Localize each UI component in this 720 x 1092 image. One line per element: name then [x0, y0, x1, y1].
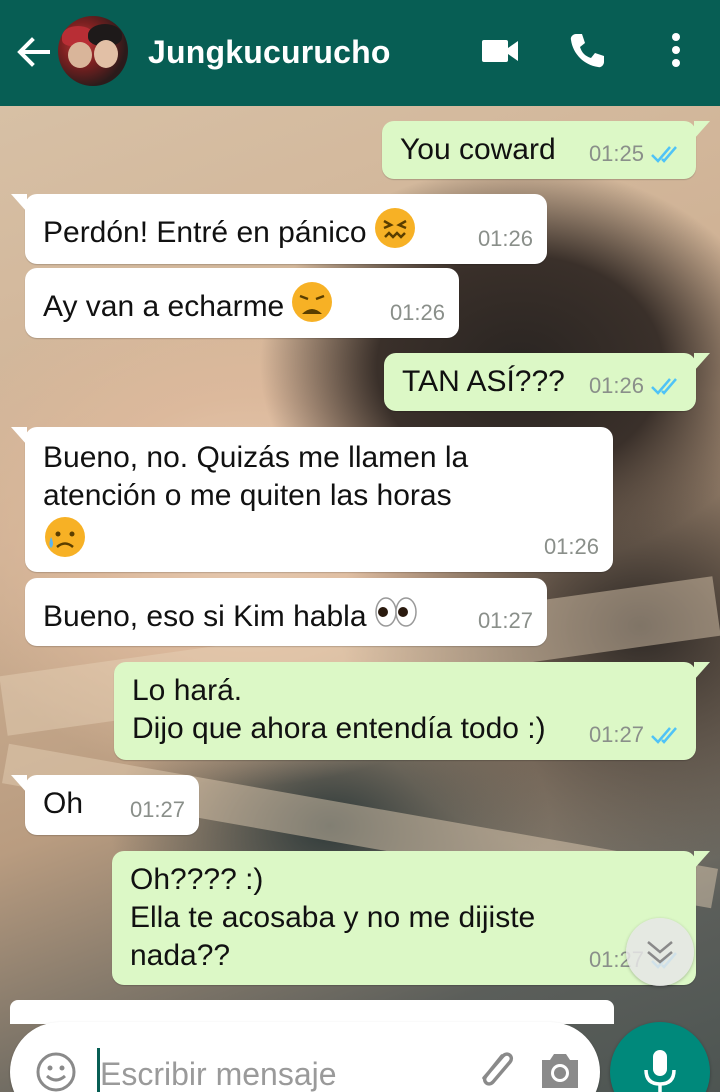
contact-name[interactable]: Jungkucurucho: [148, 34, 391, 71]
message-time: 01:26: [543, 534, 599, 559]
video-call-icon[interactable]: [480, 34, 520, 68]
message-meta: 01:27: [589, 716, 682, 754]
message-text: Perdón! Entré en pánico: [43, 206, 529, 252]
message-meta: 01:26: [589, 367, 682, 405]
attach-icon[interactable]: [472, 1046, 520, 1092]
read-ticks-icon: [651, 146, 677, 163]
contact-avatar[interactable]: [58, 16, 128, 86]
message-composer: [10, 1022, 600, 1092]
message-text: Ay van a echarme: [43, 280, 441, 326]
read-ticks-icon: [651, 378, 677, 395]
message-time: 01:27: [588, 722, 644, 747]
incoming-message[interactable]: Bueno, eso si Kim habla 01:27: [25, 578, 547, 646]
message-meta: 01:26: [390, 294, 445, 332]
message-time: 01:27: [477, 608, 533, 633]
incoming-message[interactable]: Perdón! Entré en pánico 01:26: [11, 194, 547, 264]
camera-icon[interactable]: [538, 1050, 582, 1090]
double-chevron-down-icon: [647, 941, 673, 964]
message-time: 01:25: [588, 141, 644, 166]
read-ticks-icon: [651, 727, 677, 744]
partial-message: [10, 1000, 614, 1024]
scroll-to-bottom-button[interactable]: [626, 918, 694, 986]
message-time: 01:26: [588, 373, 644, 398]
mic-icon: [644, 1050, 676, 1092]
message-time: 01:26: [477, 226, 533, 251]
message-input[interactable]: [100, 1050, 430, 1092]
outgoing-message[interactable]: Oh???? :) Ella te acosaba y no me dijist…: [112, 851, 710, 985]
message-time: 01:26: [389, 300, 445, 325]
message-meta: 01:27: [130, 791, 185, 829]
incoming-message[interactable]: Bueno, no. Quizás me llamen la atención …: [11, 427, 613, 572]
emoji-icon[interactable]: [34, 1050, 78, 1092]
message-text: Bueno, no. Quizás me llamen la atención …: [43, 439, 595, 561]
sad-but-relieved-face-icon: [45, 517, 85, 557]
chat-header: Jungkucurucho: [0, 0, 720, 106]
message-time: 01:27: [129, 797, 185, 822]
outgoing-message[interactable]: TAN ASÍ??? 01:26: [384, 353, 710, 411]
more-vert-icon[interactable]: [664, 30, 688, 70]
phone-icon[interactable]: [566, 30, 606, 70]
outgoing-message[interactable]: Lo hará. Dijo que ahora entendía todo :)…: [114, 662, 710, 760]
message-meta: 01:26: [478, 220, 533, 258]
back-arrow-icon[interactable]: [14, 32, 54, 72]
message-meta: 01:26: [544, 528, 599, 566]
outgoing-message[interactable]: You coward 01:25: [382, 121, 710, 179]
incoming-message[interactable]: Ay van a echarme 01:26: [25, 268, 459, 338]
confounded-face-icon: [374, 208, 415, 248]
message-meta: 01:25: [589, 135, 682, 173]
eyes-icon: [374, 597, 417, 627]
message-meta: 01:27: [478, 602, 533, 640]
weary-face-icon: [292, 282, 333, 322]
incoming-message[interactable]: Oh 01:27: [11, 775, 199, 835]
message-text: Bueno, eso si Kim habla: [43, 590, 529, 636]
